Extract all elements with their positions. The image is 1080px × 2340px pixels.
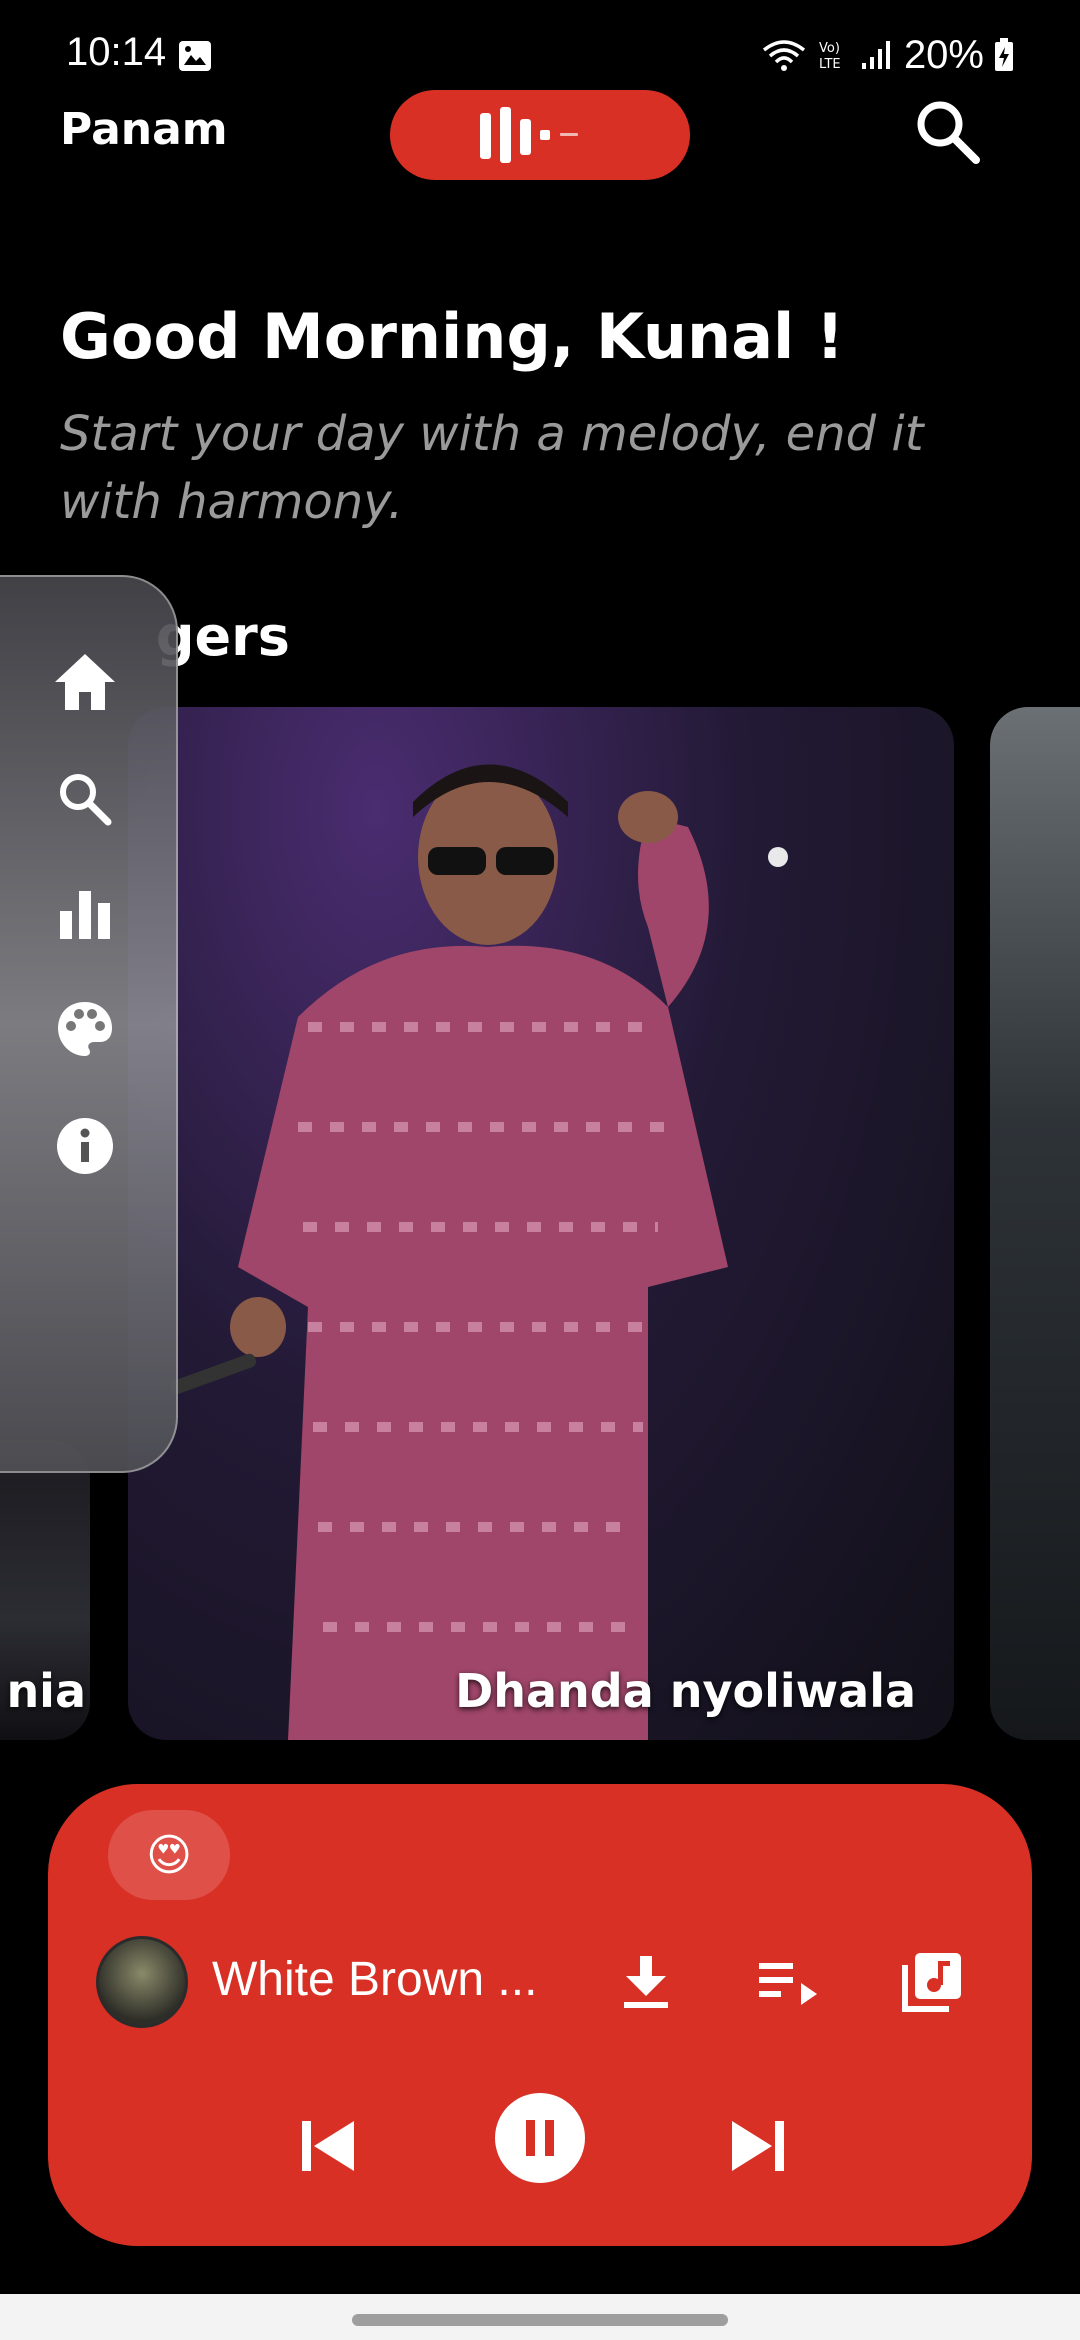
volte-icon: Vo) LTE xyxy=(819,41,841,72)
gallery-notification-icon xyxy=(179,41,211,71)
audio-wave-logo-icon xyxy=(480,107,578,163)
skip-next-icon xyxy=(732,2121,784,2171)
queue-button[interactable] xyxy=(748,1942,828,2022)
music-library-icon xyxy=(902,1953,961,2012)
palette-icon xyxy=(58,1002,112,1056)
pause-button[interactable] xyxy=(494,2092,586,2184)
svg-text:Vo): Vo) xyxy=(819,41,840,56)
status-right: Vo) LTE 20% xyxy=(762,30,1014,80)
search-icon[interactable] xyxy=(912,96,984,168)
wifi-icon xyxy=(762,40,806,71)
mini-player[interactable]: 😍 White Brown ... xyxy=(48,1784,1032,2246)
singer-card[interactable]: nia xyxy=(0,1440,90,1740)
previous-button[interactable] xyxy=(288,2106,368,2186)
bar-chart-icon xyxy=(60,891,110,939)
battery-percent: 20% xyxy=(903,32,984,77)
nav-info[interactable] xyxy=(48,1109,122,1183)
signal-icon xyxy=(861,41,890,69)
nav-stats[interactable] xyxy=(48,877,122,951)
track-title[interactable]: White Brown ... xyxy=(212,1952,592,2007)
skip-previous-icon xyxy=(302,2121,354,2171)
download-icon xyxy=(624,1956,668,2008)
greeting-title: Good Morning, Kunal ! xyxy=(60,300,845,373)
nav-search[interactable] xyxy=(48,762,122,836)
logo-pill[interactable] xyxy=(390,90,690,180)
home-indicator-bar[interactable] xyxy=(352,2314,728,2326)
nav-home[interactable] xyxy=(48,645,122,719)
pause-icon xyxy=(495,2093,585,2183)
playlist-play-icon xyxy=(759,1963,817,2005)
nav-theme[interactable] xyxy=(48,992,122,1066)
status-time: 10:14 xyxy=(66,30,167,74)
greeting-subtitle: Start your day with a melody, end it wit… xyxy=(60,406,924,530)
home-icon xyxy=(55,654,115,710)
side-nav xyxy=(0,575,178,1473)
battery-charging-icon xyxy=(995,38,1013,71)
library-button[interactable] xyxy=(890,1940,974,2024)
singer-name: Dhanda nyoliwala xyxy=(455,1664,916,1718)
app-title: Panam xyxy=(60,104,228,155)
album-art-thumbnail[interactable] xyxy=(96,1936,188,2028)
singer-name: nia xyxy=(6,1664,86,1718)
search-icon xyxy=(60,774,112,826)
singer-photo xyxy=(170,764,788,1740)
svg-text:LTE: LTE xyxy=(819,57,841,72)
singer-card[interactable]: Dhanda nyoliwala xyxy=(128,707,954,1740)
next-button[interactable] xyxy=(718,2106,798,2186)
singer-card[interactable] xyxy=(990,707,1080,1740)
download-button[interactable] xyxy=(606,1942,686,2022)
mood-emoji-chip[interactable]: 😍 xyxy=(108,1810,230,1900)
info-icon xyxy=(57,1118,113,1174)
